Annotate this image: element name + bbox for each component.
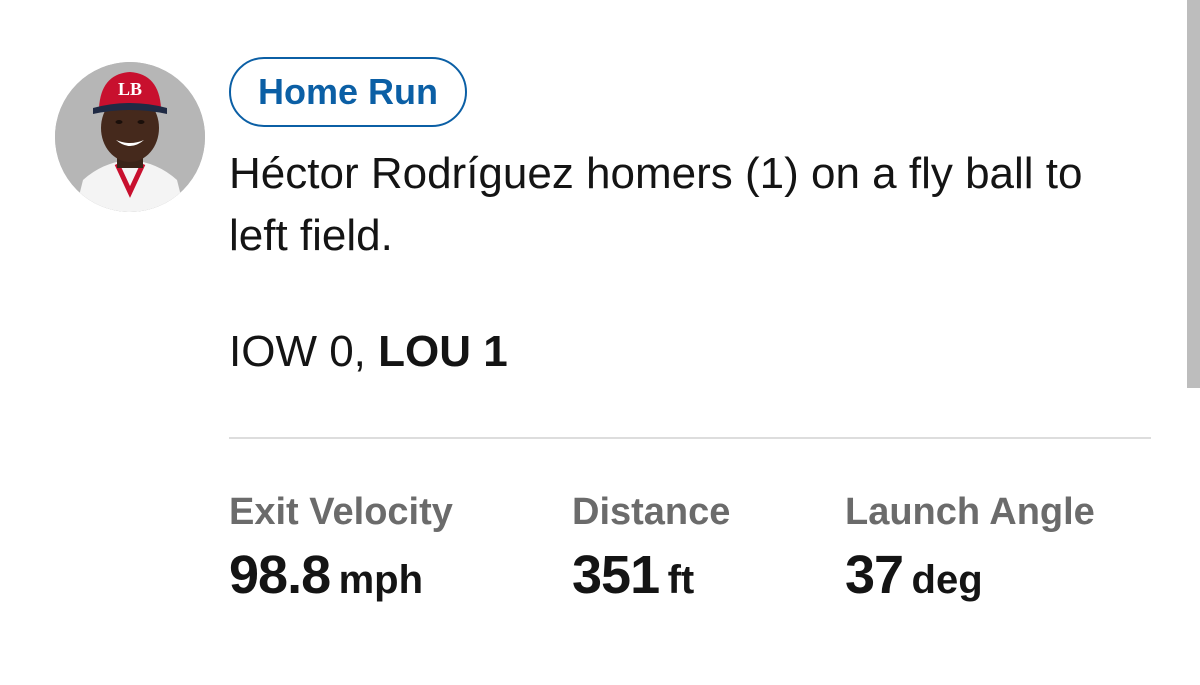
away-score: IOW 0, (229, 327, 366, 376)
stat-exit-velocity: Exit Velocity 98.8 mph (229, 488, 453, 622)
stat-value: 37 deg (845, 542, 1095, 622)
stat-unit: mph (338, 558, 423, 602)
play-description: Héctor Rodríguez homers (1) on a fly bal… (229, 149, 1083, 260)
stat-number: 37 (845, 545, 904, 605)
stat-number: 98.8 (229, 545, 331, 605)
play-card: LB Home Run Héctor Rodríguez homers (1) … (0, 0, 1200, 685)
stat-unit: ft (667, 558, 695, 602)
stat-label: Launch Angle (845, 491, 1095, 533)
score-line: IOW 0, LOU 1 (229, 322, 508, 382)
stat-number: 351 (572, 545, 660, 605)
player-headshot-icon: LB (55, 62, 205, 212)
scrollbar[interactable] (1187, 0, 1200, 388)
stat-launch-angle: Launch Angle 37 deg (845, 488, 1095, 622)
cap-logo: LB (118, 79, 142, 99)
stat-label: Distance (572, 491, 731, 533)
home-score: LOU 1 (378, 327, 508, 376)
divider (229, 437, 1151, 439)
stat-distance: Distance 351 ft (572, 488, 730, 622)
player-avatar[interactable]: LB (55, 62, 205, 212)
stat-label: Exit Velocity (229, 491, 453, 533)
stat-value: 351 ft (572, 542, 730, 622)
play-type-badge: Home Run (229, 57, 467, 127)
stat-unit: deg (911, 558, 983, 602)
stat-value: 98.8 mph (229, 542, 453, 622)
